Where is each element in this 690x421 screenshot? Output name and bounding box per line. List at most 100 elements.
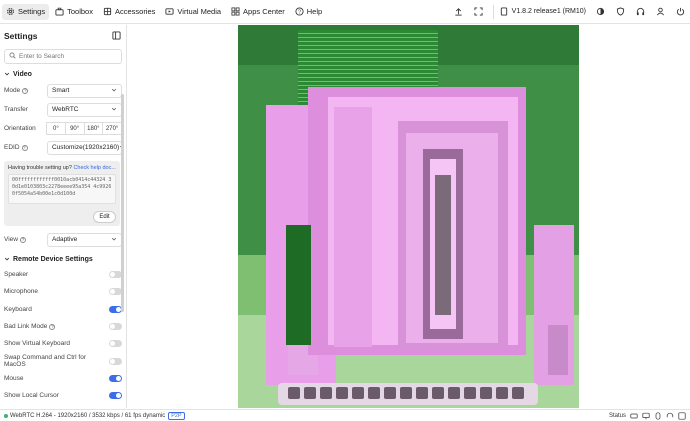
remote-setting-toggle[interactable] — [109, 340, 122, 348]
gear-icon — [6, 7, 15, 16]
view-select[interactable]: Adaptive — [47, 232, 122, 247]
svg-text:?: ? — [298, 9, 301, 15]
view-label: View — [4, 236, 18, 243]
fullscreen-icon[interactable] — [469, 2, 489, 22]
transfer-select[interactable]: WebRTC — [47, 102, 122, 117]
top-toolbar: Settings Toolbox Accessories Virtual Med… — [0, 0, 690, 24]
tab-virtual-media[interactable]: Virtual Media — [161, 4, 225, 20]
orientation-270[interactable]: 270° — [102, 122, 122, 135]
connection-status-dot — [4, 413, 8, 418]
shield-icon[interactable] — [610, 2, 630, 22]
power-icon[interactable] — [670, 2, 690, 22]
remote-setting-toggle[interactable] — [109, 392, 122, 400]
sidebar-header: Settings — [0, 25, 126, 47]
mode-select[interactable]: Smart — [47, 83, 122, 98]
remote-desktop-area — [128, 25, 690, 408]
headset-icon[interactable] — [666, 412, 674, 420]
remote-setting-toggle[interactable] — [109, 323, 122, 331]
orientation-label: Orientation — [4, 125, 36, 132]
monitor-icon[interactable] — [642, 412, 650, 420]
edid-value: Customize(1920x2160) — [52, 144, 120, 151]
help-circle-icon[interactable]: ? — [19, 236, 26, 243]
remote-setting-row: Bad Link Mode? — [0, 318, 126, 335]
remote-setting-row: Swap Command and Ctrl for MacOS — [0, 352, 126, 369]
video-section-title: Video — [13, 71, 32, 78]
remote-setting-toggle[interactable] — [109, 374, 122, 382]
edid-label: EDID — [4, 144, 20, 151]
help-icon: ? — [295, 7, 304, 16]
remote-setting-row: Keyboard — [0, 301, 126, 318]
orientation-0[interactable]: 0° — [46, 122, 66, 135]
remote-section-header[interactable]: Remote Device Settings — [0, 253, 126, 266]
stream-info: WebRTC H.264 - 1920x2160 / 3532 kbps / 6… — [10, 412, 166, 419]
search-input[interactable] — [19, 53, 117, 60]
sidebar-scrollbar[interactable] — [121, 94, 124, 312]
tab-settings-label: Settings — [18, 7, 46, 16]
p2p-badge: P2P — [168, 411, 185, 420]
mode-label: Mode — [4, 87, 21, 94]
video-section-header[interactable]: Video — [0, 68, 126, 81]
remote-setting-label: Microphone — [4, 288, 38, 296]
remote-setting-label: Swap Command and Ctrl for MacOS — [4, 354, 87, 369]
user-icon[interactable] — [650, 2, 670, 22]
edid-select[interactable]: Customize(1920x2160) — [47, 140, 125, 155]
remote-settings-list: Speaker Microphone Keyboard Bad Link Mode? S… — [0, 266, 126, 404]
tab-virtual-media-label: Virtual Media — [177, 7, 222, 16]
remote-screen[interactable] — [238, 25, 579, 408]
orientation-segmented: 0° 90° 180° 270° — [46, 122, 122, 135]
remote-setting-row: Microphone — [0, 283, 126, 300]
tab-help-label: Help — [306, 7, 323, 16]
search-box — [4, 49, 122, 64]
help-circle-icon[interactable]: ? — [21, 144, 28, 151]
chevron-down-icon — [4, 71, 10, 79]
remote-setting-label: Keyboard — [4, 305, 32, 313]
chevron-down-icon — [111, 236, 117, 244]
view-row: View? Adaptive — [0, 230, 126, 249]
tab-accessories[interactable]: Accessories — [99, 4, 159, 20]
edit-button[interactable]: Edit — [93, 211, 116, 223]
remote-setting-toggle[interactable] — [109, 357, 122, 365]
status-label[interactable]: Status — [609, 413, 626, 419]
chevron-down-icon — [111, 106, 117, 114]
chevron-down-icon — [111, 87, 117, 95]
edid-hex-textarea[interactable]: 00ffffffffffff0010acb0414c44324 30d1e010… — [8, 174, 116, 204]
tab-toolbox[interactable]: Toolbox — [51, 4, 97, 20]
headset-icon[interactable] — [630, 2, 650, 22]
orientation-180[interactable]: 180° — [83, 122, 104, 135]
help-circle-icon[interactable]: ? — [49, 323, 56, 330]
settings-sidebar: Settings Video Mode? Smart Transfer WebR… — [0, 25, 127, 408]
mouse-icon[interactable] — [654, 411, 662, 420]
help-text: Having trouble setting up? — [8, 165, 72, 171]
view-value: Adaptive — [52, 236, 78, 243]
remote-section-title: Remote Device Settings — [13, 256, 93, 263]
sidebar-title: Settings — [4, 31, 38, 41]
remote-setting-row: Show Virtual Keyboard — [0, 335, 126, 352]
mode-value: Smart — [52, 87, 70, 94]
remote-setting-row: Show Local Cursor — [0, 387, 126, 404]
upload-icon[interactable] — [449, 2, 469, 22]
remote-screen-image — [238, 25, 579, 408]
tab-settings[interactable]: Settings — [2, 3, 50, 20]
theme-icon[interactable] — [590, 2, 610, 22]
toolbar-divider — [492, 4, 494, 19]
orientation-90[interactable]: 90° — [64, 122, 85, 135]
version-label: V1.8.2 release1 (RM10) — [511, 8, 586, 15]
transfer-label: Transfer — [4, 106, 28, 113]
expand-icon[interactable] — [678, 411, 686, 420]
mode-row: Mode? Smart — [0, 81, 126, 100]
edid-help-box: Having trouble setting up? Check help do… — [4, 161, 120, 226]
tab-toolbox-label: Toolbox — [67, 7, 93, 16]
help-circle-icon[interactable]: ? — [22, 87, 29, 94]
search-icon — [9, 52, 16, 61]
orientation-row: Orientation 0° 90° 180° 270° — [0, 119, 126, 138]
remote-setting-label: Mouse — [4, 374, 24, 382]
remote-setting-label: Bad Link Mode — [4, 323, 48, 331]
tab-apps-center[interactable]: Apps Center — [227, 4, 289, 20]
remote-setting-label: Show Local Cursor — [4, 392, 59, 400]
status-bar: WebRTC H.264 - 1920x2160 / 3532 kbps / 6… — [0, 409, 690, 421]
help-doc-link[interactable]: Check help doc... — [73, 165, 116, 171]
tab-help[interactable]: ? Help — [291, 4, 326, 20]
keyboard-icon[interactable] — [630, 412, 638, 420]
apps-icon — [231, 7, 240, 16]
sidebar-collapse-icon[interactable] — [112, 31, 122, 41]
